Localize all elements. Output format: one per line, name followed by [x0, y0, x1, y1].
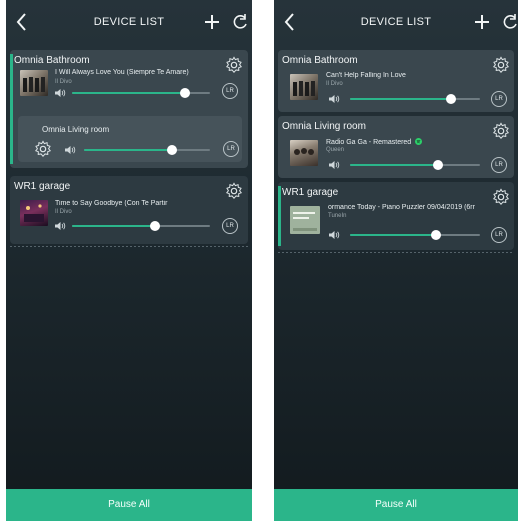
track-artist: Il Divo — [55, 209, 72, 215]
top-bar: DEVICE LIST — [6, 6, 252, 40]
lr-button[interactable]: LR — [491, 91, 507, 107]
album-art — [290, 74, 318, 100]
refresh-icon[interactable] — [500, 12, 518, 32]
lr-button[interactable]: LR — [222, 218, 238, 234]
slider-knob[interactable] — [167, 145, 178, 155]
volume-slider[interactable] — [72, 88, 210, 98]
slider-knob[interactable] — [433, 160, 444, 170]
track-title: Time to Say Goodbye (Con Te Partir — [55, 200, 168, 207]
track-title: ormance Today - Piano Puzzler 09/04/2019… — [328, 204, 475, 211]
slider-fill — [84, 149, 173, 151]
album-art — [20, 200, 48, 226]
slider-fill — [350, 234, 436, 236]
slider-fill — [350, 164, 439, 166]
spotify-icon — [415, 138, 423, 145]
slider-knob[interactable] — [180, 88, 191, 98]
track-title: I Will Always Love You (Siempre Te Amare… — [55, 69, 189, 76]
album-art — [290, 206, 320, 234]
slider-knob[interactable] — [149, 221, 160, 231]
slider-fill — [72, 225, 155, 227]
volume-slider[interactable] — [72, 221, 210, 231]
volume-slider[interactable] — [350, 160, 480, 170]
lr-button[interactable]: LR — [491, 157, 507, 173]
lr-button[interactable]: LR — [491, 227, 507, 243]
track-artist: Queen — [326, 147, 345, 153]
plus-icon[interactable] — [202, 10, 222, 34]
list-divider — [10, 246, 248, 247]
group-name: WR1 garage — [282, 187, 339, 198]
speaker-icon[interactable] — [328, 94, 340, 104]
track-artist: Il Divo — [326, 81, 343, 87]
pause-all-button[interactable]: Pause All — [6, 489, 252, 521]
gear-icon[interactable] — [34, 140, 52, 158]
group-card-omnia-bathroom[interactable]: Omnia Bathroom I Will Always Love You (S… — [10, 50, 248, 168]
group-card-wr1-garage[interactable]: WR1 garage Time to Say Goodbye (Con Te P… — [10, 176, 248, 244]
group-card-omnia-bathroom[interactable]: Omnia Bathroom Can't Help Falling In Lov… — [278, 50, 514, 112]
device-name: Omnia Living room — [42, 125, 110, 134]
track-artist: TuneIn — [328, 213, 347, 219]
track-title: Can't Help Falling In Love — [326, 72, 406, 79]
slider-fill — [72, 92, 186, 94]
track-artist: Il Divo — [55, 79, 72, 85]
slider-fill — [350, 98, 452, 100]
list-divider — [278, 252, 514, 253]
album-art — [20, 70, 48, 96]
group-card-wr1-garage[interactable]: WR1 garage ormance Today - Piano Puzzler… — [278, 182, 514, 250]
speaker-icon[interactable] — [54, 221, 66, 231]
track-title-text: Radio Ga Ga - Remastered — [326, 139, 412, 146]
speaker-icon[interactable] — [64, 145, 76, 155]
slider-knob[interactable] — [430, 230, 441, 240]
group-name: Omnia Living room — [282, 121, 366, 132]
lr-button[interactable]: LR — [222, 83, 238, 99]
track-title: Radio Ga Ga - Remastered — [326, 138, 496, 146]
device-list-screen-1: DEVICE LIST Omnia Bathroom I Will Always… — [6, 0, 252, 521]
album-art — [290, 140, 318, 166]
group-name: Omnia Bathroom — [282, 55, 358, 66]
group-name: Omnia Bathroom — [14, 55, 90, 66]
group-name: WR1 garage — [14, 181, 71, 192]
slider-knob[interactable] — [446, 94, 457, 104]
speaker-icon[interactable] — [54, 88, 66, 98]
volume-slider[interactable] — [350, 230, 480, 240]
sub-device-omnia-living-room[interactable]: Omnia Living room LR — [18, 116, 242, 162]
speaker-icon[interactable] — [328, 160, 340, 170]
volume-slider[interactable] — [84, 145, 210, 155]
volume-slider[interactable] — [350, 94, 480, 104]
lr-button[interactable]: LR — [223, 141, 239, 157]
device-list-screen-2: DEVICE LIST Omnia Bathroom Can't Help Fa… — [274, 0, 518, 521]
top-bar: DEVICE LIST — [274, 6, 518, 40]
plus-icon[interactable] — [472, 10, 492, 34]
pause-all-button[interactable]: Pause All — [274, 489, 518, 521]
group-card-omnia-living-room[interactable]: Omnia Living room Radio Ga Ga - Remaster… — [278, 116, 514, 178]
gear-icon[interactable] — [225, 182, 243, 200]
speaker-icon[interactable] — [328, 230, 340, 240]
refresh-icon[interactable] — [230, 12, 250, 32]
